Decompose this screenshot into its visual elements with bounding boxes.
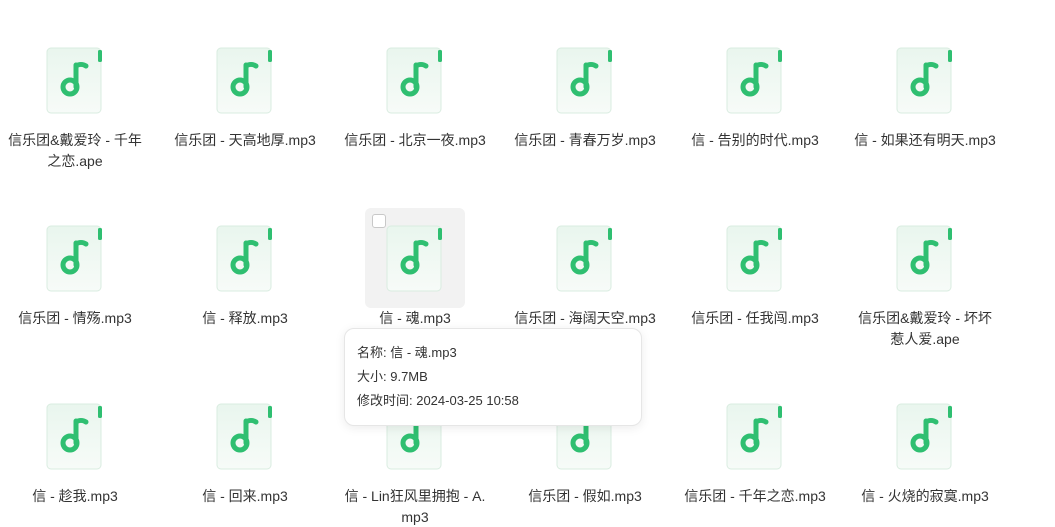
file-name: 信乐团 - 假如.mp3 — [528, 488, 642, 504]
music-file-icon — [896, 403, 952, 470]
file-item[interactable]: 信乐团 - 青春万岁.mp3 — [510, 18, 660, 188]
tooltip-name: 名称: 信 - 魂.mp3 — [357, 345, 457, 360]
file-name: 信乐团 - 青春万岁.mp3 — [514, 132, 656, 148]
file-item[interactable]: 信乐团 - 情殇.mp3 — [0, 196, 150, 366]
music-file-icon — [556, 47, 612, 114]
file-item[interactable]: 信 - 释放.mp3 — [170, 196, 320, 366]
file-thumbnail[interactable] — [365, 208, 465, 308]
music-file-icon — [46, 225, 102, 292]
music-file-icon — [46, 47, 102, 114]
file-item[interactable]: 信乐团 - 千年之恋.mp3 — [680, 374, 830, 527]
file-item[interactable]: 信 - 趁我.mp3 — [0, 374, 150, 527]
file-thumbnail[interactable] — [705, 30, 805, 130]
file-item[interactable]: 信 - 回来.mp3 — [170, 374, 320, 527]
music-file-icon — [216, 47, 272, 114]
music-file-icon — [726, 225, 782, 292]
file-thumbnail[interactable] — [535, 208, 635, 308]
file-name: 信乐团 - 千年之恋.mp3 — [684, 488, 826, 504]
music-file-icon — [216, 403, 272, 470]
file-thumbnail[interactable] — [875, 208, 975, 308]
file-item[interactable]: 信乐团&戴爱玲 - 坏坏惹人爱.ape — [850, 196, 1000, 366]
file-name: 信乐团 - 海阔天空.mp3 — [514, 310, 656, 326]
file-item[interactable]: 信 - 告别的时代.mp3 — [680, 18, 830, 188]
file-name: 信乐团 - 天高地厚.mp3 — [174, 132, 316, 148]
file-thumbnail[interactable] — [25, 208, 125, 308]
music-file-icon — [216, 225, 272, 292]
file-info-tooltip: 名称: 信 - 魂.mp3 大小: 9.7MB 修改时间: 2024-03-25… — [344, 328, 642, 426]
file-name: 信 - 告别的时代.mp3 — [691, 132, 819, 148]
file-name: 信 - 趁我.mp3 — [32, 488, 118, 504]
file-item[interactable]: 信 - 如果还有明天.mp3 — [850, 18, 1000, 188]
file-name: 信 - 释放.mp3 — [202, 310, 288, 326]
file-thumbnail[interactable] — [875, 386, 975, 486]
file-name: 信 - 回来.mp3 — [202, 488, 288, 504]
file-thumbnail[interactable] — [195, 208, 295, 308]
music-file-icon — [726, 403, 782, 470]
tooltip-size: 大小: 9.7MB — [357, 369, 428, 384]
file-thumbnail[interactable] — [195, 30, 295, 130]
file-grid: 信乐团&戴爱玲 - 千年之恋.ape 信乐团 - 天高地厚.mp3 信乐团 - 北京… — [0, 0, 1055, 527]
file-thumbnail[interactable] — [705, 208, 805, 308]
file-thumbnail[interactable] — [25, 30, 125, 130]
file-thumbnail[interactable] — [705, 386, 805, 486]
file-name: 信 - 魂.mp3 — [379, 310, 451, 326]
music-file-icon — [556, 225, 612, 292]
music-file-icon — [386, 47, 442, 114]
file-name: 信 - 如果还有明天.mp3 — [854, 132, 996, 148]
file-item[interactable]: 信乐团 - 天高地厚.mp3 — [170, 18, 320, 188]
tooltip-modified: 修改时间: 2024-03-25 10:58 — [357, 393, 519, 408]
select-checkbox[interactable] — [372, 214, 386, 228]
file-item[interactable]: 信乐团 - 任我闯.mp3 — [680, 196, 830, 366]
file-item[interactable]: 信乐团&戴爱玲 - 千年之恋.ape — [0, 18, 150, 188]
file-name: 信乐团 - 任我闯.mp3 — [691, 310, 819, 326]
file-item[interactable]: 信乐团 - 北京一夜.mp3 — [340, 18, 490, 188]
file-name: 信乐团&戴爱玲 - 坏坏惹人爱.ape — [858, 310, 992, 347]
music-file-icon — [896, 225, 952, 292]
music-file-icon — [46, 403, 102, 470]
music-file-icon — [896, 47, 952, 114]
file-thumbnail[interactable] — [365, 30, 465, 130]
file-name: 信乐团 - 情殇.mp3 — [18, 310, 132, 326]
file-item[interactable]: 信 - 火烧的寂寞.mp3 — [850, 374, 1000, 527]
music-file-icon — [726, 47, 782, 114]
file-thumbnail[interactable] — [25, 386, 125, 486]
file-name: 信乐团&戴爱玲 - 千年之恋.ape — [8, 132, 142, 169]
file-name: 信乐团 - 北京一夜.mp3 — [344, 132, 486, 148]
file-name: 信 - Lin狂风里拥抱 - A.mp3 — [344, 488, 486, 525]
file-thumbnail[interactable] — [875, 30, 975, 130]
music-file-icon — [386, 225, 442, 292]
file-name: 信 - 火烧的寂寞.mp3 — [861, 488, 989, 504]
file-thumbnail[interactable] — [535, 30, 635, 130]
file-thumbnail[interactable] — [195, 386, 295, 486]
